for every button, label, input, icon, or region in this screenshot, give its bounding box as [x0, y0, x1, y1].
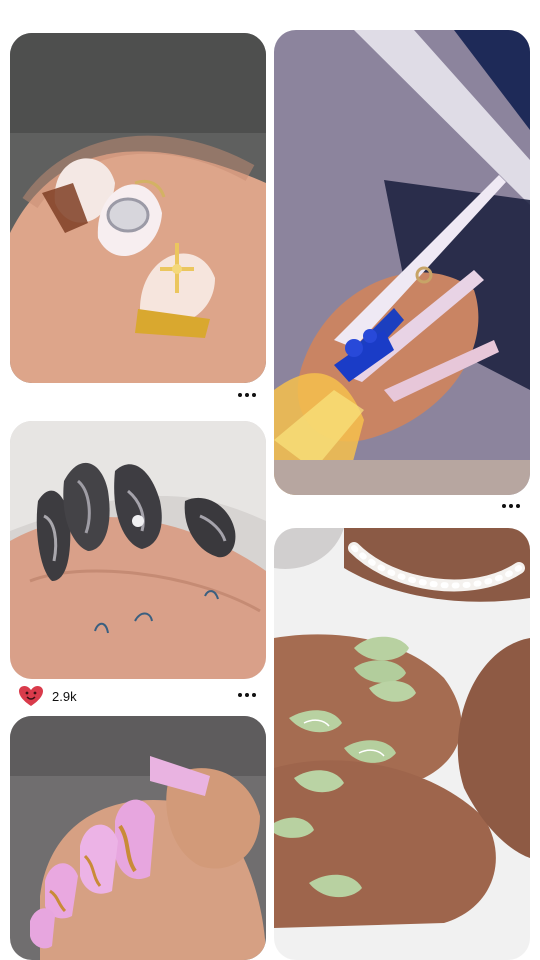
pin-image-gold-cross: [10, 33, 266, 383]
more-dot: [509, 504, 513, 508]
pin-card[interactable]: [274, 528, 530, 960]
pin-image-pink-gold: [10, 716, 266, 960]
more-dot: [502, 504, 506, 508]
more-dot: [252, 693, 256, 697]
pin-image-sage-green: [274, 528, 530, 960]
pin-image-blue-stiletto: [274, 30, 530, 495]
more-dot: [245, 393, 249, 397]
more-dot: [516, 504, 520, 508]
pin-more-button[interactable]: [498, 500, 524, 512]
more-dot: [238, 693, 242, 697]
pin-image-chrome-black: [10, 421, 266, 679]
pin-card[interactable]: [10, 33, 266, 383]
reaction-count: 2.9k: [52, 688, 77, 704]
pin-more-button[interactable]: [234, 389, 260, 401]
pin-more-button[interactable]: [234, 689, 260, 701]
pin-feed: 2.9k: [0, 0, 540, 960]
pin-card[interactable]: [10, 716, 266, 960]
more-dot: [252, 393, 256, 397]
more-dot: [238, 393, 242, 397]
heart-face-icon: [19, 686, 43, 706]
more-dot: [245, 693, 249, 697]
pin-card[interactable]: [10, 421, 266, 679]
pin-reaction[interactable]: 2.9k: [18, 685, 77, 707]
pin-card[interactable]: [274, 30, 530, 495]
